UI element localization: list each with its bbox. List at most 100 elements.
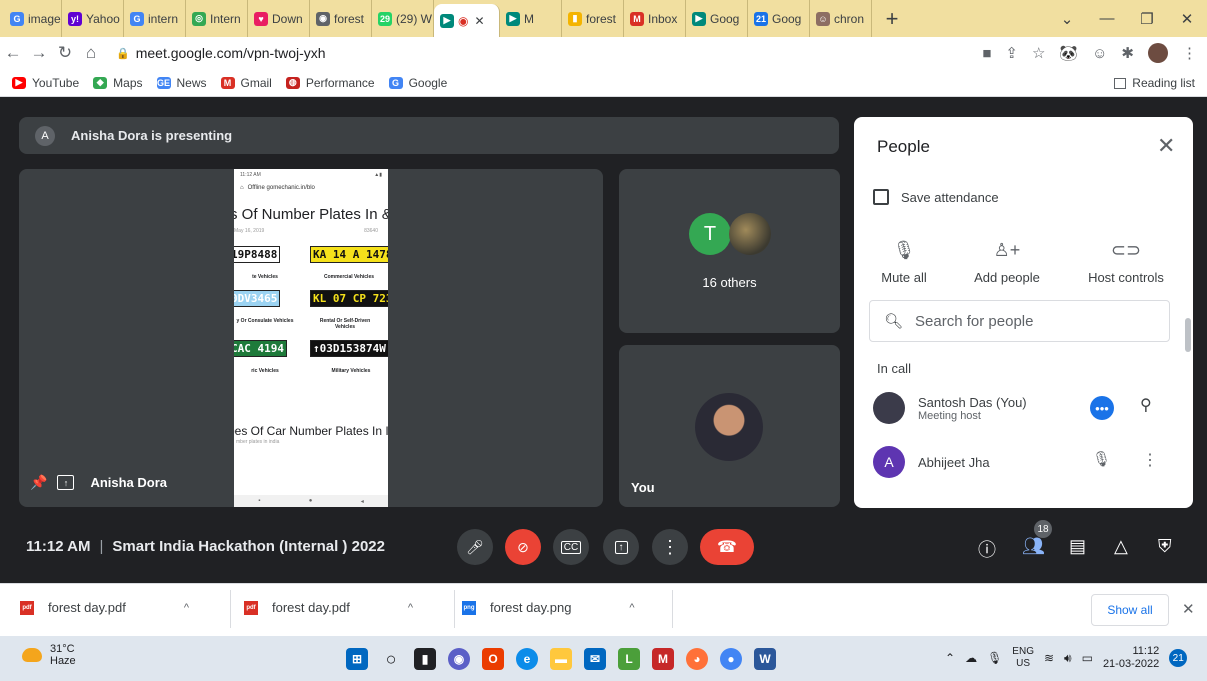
volume-icon[interactable]: 🔊︎	[1064, 651, 1072, 666]
language-indicator[interactable]: ENG US	[1012, 646, 1034, 670]
participant-row[interactable]: Santosh Das (You) Meeting host	[873, 392, 1027, 424]
weather-widget[interactable]: 31°C Haze	[22, 643, 76, 667]
browser-tab[interactable]: ▶ Goog	[686, 0, 748, 37]
host-controls-button[interactable]: ⊂⊃ Host controls	[1078, 240, 1174, 285]
participant-more-options-button[interactable]: •••	[1090, 396, 1114, 420]
url-input[interactable]: 🔒 meet.google.com/vpn-twoj-yxh	[112, 40, 892, 66]
browser-tab[interactable]: 29 (29) W	[372, 0, 434, 37]
browser-tab[interactable]: ♥ Down	[248, 0, 310, 37]
download-item[interactable]: pdf forest day.pdf ^	[20, 600, 189, 615]
extensions-puzzle-icon[interactable]: ✱	[1121, 44, 1134, 62]
browser-tab[interactable]: y! Yahoo	[62, 0, 124, 37]
add-people-button[interactable]: ♙+ Add people	[962, 240, 1052, 285]
wifi-icon[interactable]: ≋	[1044, 651, 1054, 665]
chrome-profile-icon[interactable]: ●	[720, 648, 742, 670]
mute-all-button[interactable]: 🎙 Mute all	[866, 240, 942, 285]
bookmark-performance[interactable]: ◍ Performance	[285, 76, 375, 90]
meeting-details-icon[interactable]: ⓘ	[978, 536, 996, 562]
pin-participant-icon[interactable]: ⚲	[1140, 395, 1152, 415]
more-options-button[interactable]: ⋮	[652, 529, 688, 565]
browser-tab[interactable]: ▮ forest	[562, 0, 624, 37]
microphone-tray-icon[interactable]: 🎙	[987, 651, 1002, 665]
others-tile[interactable]	[619, 169, 840, 333]
download-item[interactable]: png forest day.png ^	[462, 600, 635, 615]
home-icon[interactable]: ⌂	[78, 43, 104, 63]
edge-icon[interactable]: e	[516, 648, 538, 670]
show-all-downloads-button[interactable]: Show all	[1091, 594, 1169, 626]
tab-strip: Gimage y! Yahoo Gintern ◎ Intern ♥ Down ◉ forest 2…	[0, 0, 1207, 37]
app-l-icon[interactable]: L	[618, 648, 640, 670]
participant-menu-icon[interactable]: ⋮	[1142, 450, 1158, 470]
browser-tab[interactable]: M Inbox	[624, 0, 686, 37]
close-tab-icon[interactable]: ✕	[474, 14, 484, 28]
maximize-button[interactable]: ❐	[1127, 10, 1167, 28]
share-icon[interactable]: ⇪	[1005, 44, 1018, 62]
onedrive-icon[interactable]: ☁	[965, 651, 977, 665]
browser-tab[interactable]: ◉ forest	[310, 0, 372, 37]
office-icon[interactable]: O	[482, 648, 504, 670]
present-now-button[interactable]: ↑	[603, 529, 639, 565]
battery-icon[interactable]: ▭	[1082, 651, 1093, 665]
browser-tab[interactable]: ☺ chron	[810, 0, 872, 37]
start-icon[interactable]: ⊞	[346, 648, 368, 670]
browser-tab[interactable]: ▶ ◉ ✕	[434, 4, 500, 37]
bookmark-maps[interactable]: ◆ Maps	[93, 76, 143, 90]
search-taskbar-icon[interactable]: ○	[380, 648, 402, 670]
microphone-button[interactable]: 🎤︎	[457, 529, 493, 565]
bookmark-google[interactable]: G Google	[388, 76, 447, 90]
browser-tab[interactable]: 21 Goog	[748, 0, 810, 37]
article-subheading: bes Of Car Number Plates In India	[234, 424, 388, 438]
captions-button[interactable]: CC	[553, 529, 589, 565]
chevron-up-icon[interactable]: ^	[184, 602, 189, 614]
file-explorer-icon[interactable]: ▬	[550, 648, 572, 670]
profile-avatar[interactable]	[1148, 43, 1168, 63]
browser-tab[interactable]: Gimage	[4, 0, 62, 37]
phone-time: 11:12 AM	[240, 172, 261, 178]
activities-icon[interactable]: △	[1114, 536, 1128, 557]
bookmark-gmail[interactable]: M Gmail	[220, 76, 272, 90]
panda-extension-icon[interactable]: 🐼	[1059, 44, 1078, 62]
maps-icon: ◆	[93, 76, 108, 89]
chevron-up-icon[interactable]: ^	[408, 602, 413, 614]
back-icon[interactable]: ←	[0, 43, 26, 63]
camera-in-use-icon[interactable]: ■	[982, 45, 991, 62]
people-icon[interactable]: 👥︎	[1022, 536, 1045, 557]
bookmark-star-icon[interactable]: ☆	[1032, 44, 1045, 62]
forward-icon[interactable]: →	[26, 43, 52, 63]
chevron-up-icon[interactable]: ^	[629, 602, 634, 614]
browser-tab[interactable]: Gintern	[124, 0, 186, 37]
tab-search-icon[interactable]: ⌄	[1047, 10, 1087, 28]
browser-tab[interactable]: ▶ M	[500, 0, 562, 37]
close-downloads-icon[interactable]: ✕	[1182, 600, 1195, 618]
firefox-icon[interactable]: ◕	[686, 648, 708, 670]
mcafee-icon[interactable]: M	[652, 648, 674, 670]
close-icon[interactable]: ✕	[1157, 133, 1175, 159]
bookmark-youtube[interactable]: ▶ YouTube	[12, 76, 79, 90]
leave-call-button[interactable]: ☎	[700, 529, 754, 565]
teams-chat-icon[interactable]: ◉	[448, 648, 470, 670]
search-people-input[interactable]: 🔍︎ Search for people	[869, 300, 1170, 342]
reload-icon[interactable]: ↻	[52, 43, 78, 63]
chat-icon[interactable]: ▤	[1069, 536, 1086, 557]
minimize-button[interactable]: —	[1087, 10, 1127, 27]
mail-icon[interactable]: ✉	[584, 648, 606, 670]
save-attendance-button[interactable]: Save attendance	[873, 189, 999, 205]
reading-list-button[interactable]: Reading list	[1114, 69, 1195, 97]
close-window-button[interactable]: ✕	[1167, 10, 1207, 28]
date-time[interactable]: 11:12 21-03-2022	[1103, 645, 1159, 671]
bookmark-news[interactable]: GE News	[156, 76, 207, 90]
panel-scrollbar[interactable]	[1185, 318, 1191, 352]
extension-icon[interactable]: ☺	[1092, 45, 1107, 62]
participant-row[interactable]: A Abhijeet Jha	[873, 446, 990, 478]
word-icon[interactable]: W	[754, 648, 776, 670]
new-tab-button[interactable]: +	[878, 5, 906, 33]
browser-tab[interactable]: ◎ Intern	[186, 0, 248, 37]
menu-kebab-icon[interactable]: ⋮	[1182, 44, 1197, 62]
host-controls-icon[interactable]: ⛨	[1158, 536, 1172, 557]
notification-badge[interactable]: 21	[1169, 649, 1188, 667]
task-view-icon[interactable]: ▮	[414, 648, 436, 670]
tray-overflow-icon[interactable]: ⌃	[945, 651, 955, 665]
camera-off-button[interactable]: ⊘	[505, 529, 541, 565]
pin-icon[interactable]: 📌	[30, 474, 47, 491]
download-item[interactable]: pdf forest day.pdf ^	[244, 600, 413, 615]
